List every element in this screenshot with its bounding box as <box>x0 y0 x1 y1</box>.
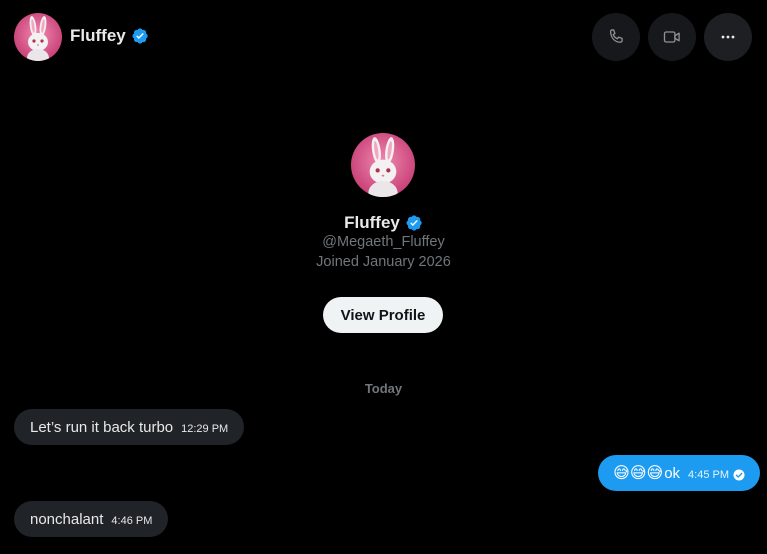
profile-name: Fluffey <box>0 213 767 233</box>
message-text: ok <box>664 464 681 482</box>
video-camera-icon <box>662 27 682 47</box>
profile-avatar[interactable] <box>351 133 415 197</box>
profile-handle: @Megaeth_Fluffey <box>322 234 445 250</box>
message-emojis: 😅😅😅 <box>613 465 664 482</box>
outgoing-message[interactable]: 😅😅😅 ok 4:45 PM <box>598 455 760 491</box>
more-dots-icon <box>718 27 738 47</box>
conversation-header: Fluffey <box>0 0 767 74</box>
more-options-button[interactable] <box>704 13 752 61</box>
read-check-icon <box>733 469 745 481</box>
video-call-button[interactable] <box>648 13 696 61</box>
verified-badge-icon <box>131 27 149 45</box>
message-time: 4:45 PM <box>688 469 729 481</box>
message-time: 4:46 PM <box>111 515 153 527</box>
verified-badge-icon <box>405 214 423 232</box>
incoming-message[interactable]: nonchalant 4:46 PM <box>14 501 169 537</box>
bunny-avatar-icon[interactable] <box>14 13 62 61</box>
profile-joined-date: Joined January 2026 <box>316 254 451 270</box>
message-text: nonchalant <box>30 510 104 528</box>
contact-name-text: Fluffey <box>70 26 126 45</box>
call-button[interactable] <box>592 13 640 61</box>
date-divider: Today <box>364 381 403 396</box>
message-text: Let’s run it back turbo <box>30 418 174 436</box>
incoming-message[interactable]: Let’s run it back turbo 12:29 PM <box>14 409 245 445</box>
message-time: 12:29 PM <box>181 423 229 435</box>
phone-icon <box>606 27 626 47</box>
profile-name-text: Fluffey <box>344 213 400 232</box>
contact-name[interactable]: Fluffey <box>70 26 149 46</box>
view-profile-button[interactable]: View Profile <box>323 297 443 333</box>
